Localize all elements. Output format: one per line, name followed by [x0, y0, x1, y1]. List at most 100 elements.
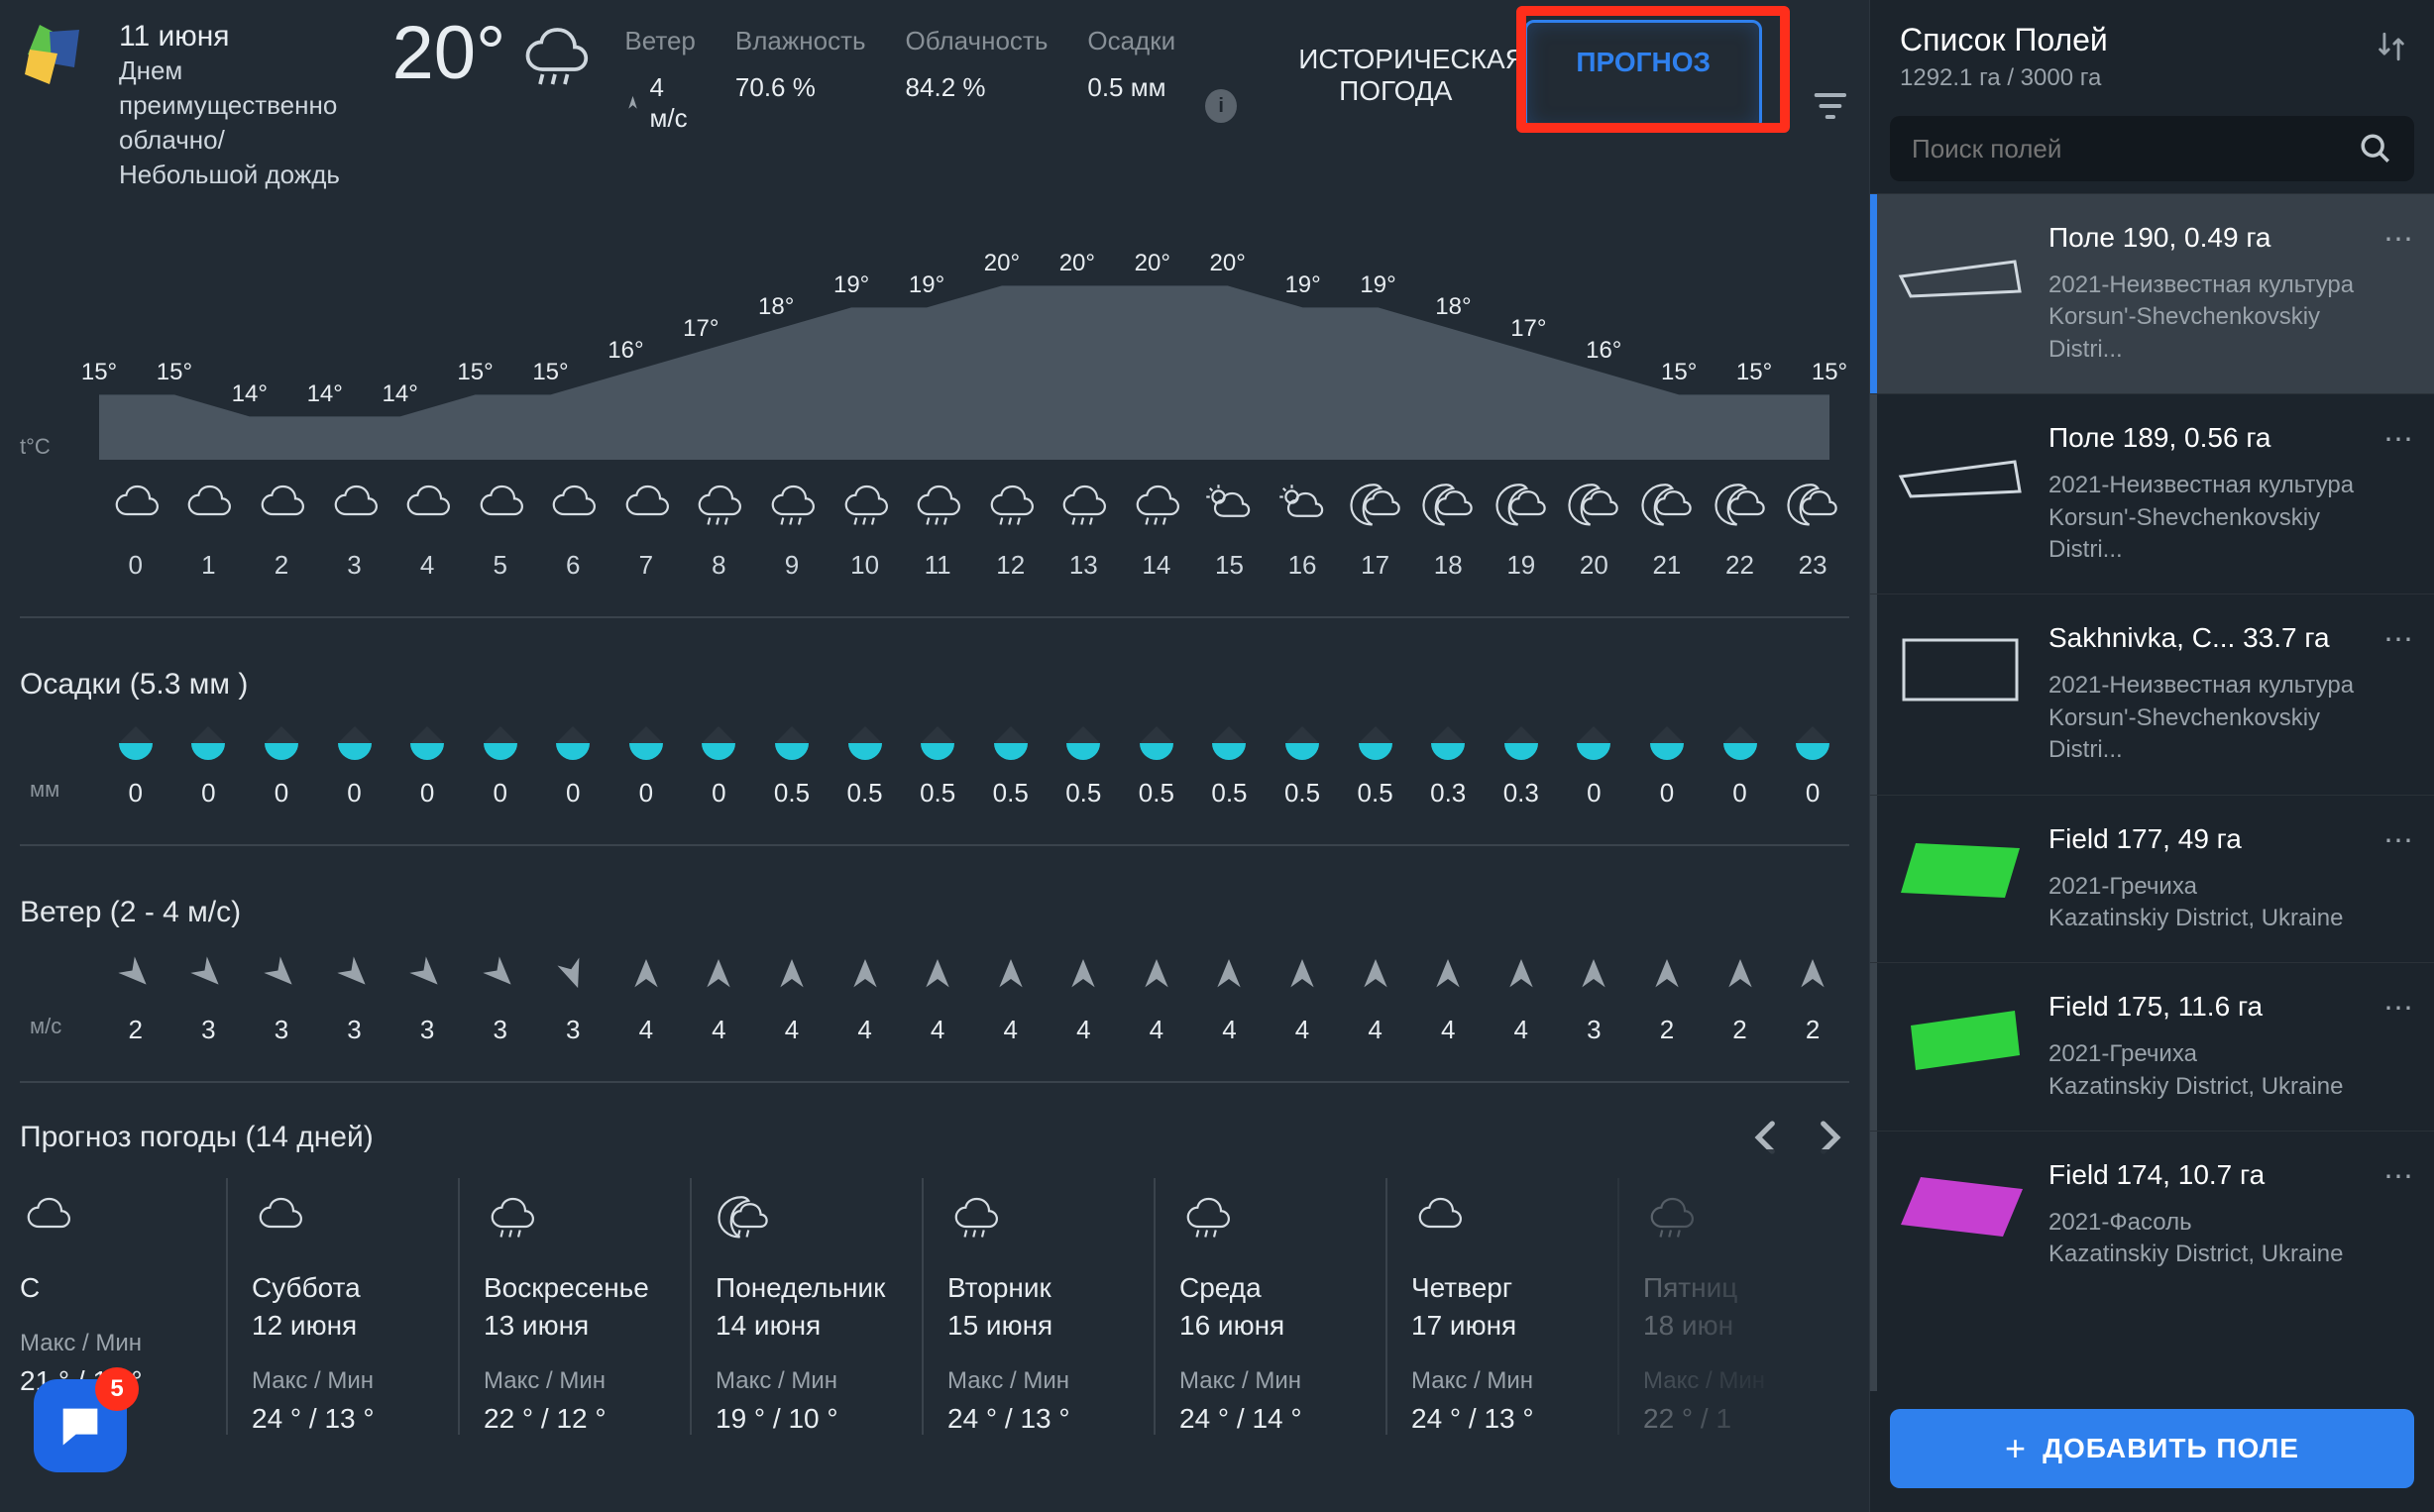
- day-card[interactable]: Суббота 12 июня Макс / Мин 24 ° / 13 °: [226, 1178, 458, 1435]
- wind-cell: 3: [1558, 954, 1631, 1045]
- precip-cell: 0.5: [1120, 726, 1193, 809]
- hour-cell: 15: [1193, 480, 1267, 581]
- precip-value: 0: [172, 778, 246, 809]
- info-icon[interactable]: i: [1205, 89, 1237, 123]
- day-card[interactable]: Воскресенье 13 июня Макс / Мин 22 ° / 12…: [458, 1178, 690, 1435]
- wind-arrow-icon: [772, 954, 812, 994]
- precip-row: мм 0000000000.50.50.50.50.50.50.50.50.50…: [20, 726, 1849, 809]
- day-card[interactable]: Четверг 17 июня Макс / Мин 24 ° / 13 °: [1385, 1178, 1617, 1435]
- precip-unit: мм: [30, 777, 59, 803]
- precip-value: 0.5: [829, 778, 902, 809]
- field-shape-icon: [1896, 622, 2025, 711]
- temp-point-label: 15°: [81, 359, 117, 386]
- day-date: 17 июня: [1411, 1310, 1594, 1342]
- drop-icon: [556, 726, 590, 760]
- wind-cell: 4: [901, 954, 974, 1045]
- day-card[interactable]: Среда 16 июня Макс / Мин 24 ° / 14 °: [1154, 1178, 1385, 1435]
- field-item[interactable]: Field 177, 49 га 2021-ГречихаKazatinskiy…: [1870, 795, 2434, 963]
- precip-cell: 0: [536, 726, 609, 809]
- wind-arrow-icon: [472, 946, 528, 1003]
- field-shape-icon: [1896, 422, 2025, 511]
- add-field-button[interactable]: + ДОБАВИТЬ ПОЛЕ: [1890, 1409, 2414, 1488]
- maxmin-label: Макс / Мин: [1643, 1367, 1826, 1395]
- more-icon[interactable]: ⋯: [2380, 222, 2416, 366]
- more-icon[interactable]: ⋯: [2380, 622, 2416, 766]
- temp-point-label: 19°: [833, 271, 869, 299]
- chat-count: 5: [95, 1367, 139, 1411]
- maxmin-label: Макс / Мин: [1179, 1367, 1362, 1395]
- drop-icon: [119, 726, 153, 760]
- weather-icon: [515, 20, 595, 99]
- chat-button[interactable]: 5: [34, 1379, 127, 1472]
- wind-value: 4: [1411, 1015, 1485, 1045]
- precip-value: 0.5: [755, 778, 829, 809]
- temp-point-label: 18°: [1435, 293, 1471, 321]
- hour-label: 20: [1558, 550, 1631, 581]
- precip-value: 0: [245, 778, 318, 809]
- temp-point-label: 20°: [1210, 250, 1246, 277]
- day-date: 18 июн: [1643, 1310, 1826, 1342]
- day-card[interactable]: Пятниц 18 июн Макс / Мин 22 ° / 1: [1617, 1178, 1849, 1435]
- temp-point-label: 20°: [1059, 250, 1095, 277]
- day-card[interactable]: Понедельник 14 июня Макс / Мин 19 ° / 10…: [690, 1178, 922, 1435]
- day-card[interactable]: Вторник 15 июня Макс / Мин 24 ° / 13 °: [922, 1178, 1154, 1435]
- humidity-label: Влажность: [735, 26, 866, 56]
- moon-icon: [1348, 480, 1403, 535]
- temp-point-label: 19°: [1284, 271, 1320, 299]
- wind-value: 3: [245, 1015, 318, 1045]
- more-icon[interactable]: ⋯: [2380, 1159, 2416, 1271]
- more-icon[interactable]: ⋯: [2380, 991, 2416, 1103]
- suncloud-icon: [1274, 480, 1330, 535]
- hour-cell: 2: [245, 480, 318, 581]
- wind-cell: 4: [755, 954, 829, 1045]
- wind-arrow-icon: [1793, 954, 1832, 994]
- moon-icon: [1713, 480, 1768, 535]
- field-item[interactable]: Поле 189, 0.56 га 2021-Неизвестная культ…: [1870, 393, 2434, 594]
- cloud-icon: [180, 480, 236, 535]
- clouds-label: Облачность: [906, 26, 1049, 56]
- day-name: Суббота: [252, 1272, 434, 1304]
- wind-arrow-icon: [626, 954, 666, 994]
- drop-icon: [702, 726, 735, 760]
- field-item[interactable]: Field 175, 11.6 га 2021-ГречихаKazatinsk…: [1870, 962, 2434, 1131]
- field-meta: 2021-Неизвестная культураKorsun'-Shevche…: [2048, 670, 2357, 766]
- day-date: 13 июня: [484, 1310, 666, 1342]
- cloud-icon: [473, 480, 528, 535]
- more-icon[interactable]: ⋯: [2380, 422, 2416, 566]
- plus-icon: +: [2005, 1428, 2027, 1469]
- drop-icon: [1504, 726, 1538, 760]
- day-date: 14 июня: [716, 1310, 898, 1342]
- search-input[interactable]: [1912, 134, 2359, 164]
- wind-arrow-icon: [1356, 954, 1395, 994]
- field-item[interactable]: Поле 190, 0.49 га 2021-Неизвестная культ…: [1870, 193, 2434, 393]
- hour-cell: 13: [1048, 480, 1121, 581]
- wind-value: 4: [829, 1015, 902, 1045]
- wind-dir-icon: [624, 92, 641, 114]
- field-list: Поле 190, 0.49 га 2021-Неизвестная культ…: [1870, 193, 2434, 1391]
- forecast-prev-icon[interactable]: [1746, 1117, 1788, 1158]
- wind-cell: 3: [245, 954, 318, 1045]
- wind-arrow-icon: [1209, 954, 1249, 994]
- sort-icon[interactable]: [2375, 30, 2408, 63]
- more-icon[interactable]: ⋯: [2380, 823, 2416, 935]
- temp-point-label: 20°: [984, 250, 1020, 277]
- filter-icon[interactable]: [1812, 86, 1849, 126]
- forecast-next-icon[interactable]: [1808, 1117, 1849, 1158]
- drop-icon: [1140, 726, 1173, 760]
- precip-cell: 0: [1776, 726, 1849, 809]
- temp-point-label: 14°: [382, 380, 417, 408]
- precip-value: 0: [464, 778, 537, 809]
- precip-value: 0.5: [1339, 778, 1412, 809]
- day-name: С: [20, 1272, 202, 1304]
- precip-cell: 0: [683, 726, 756, 809]
- field-item[interactable]: Field 174, 10.7 га 2021-ФасольKazatinski…: [1870, 1131, 2434, 1299]
- field-item[interactable]: Sakhnivka, С... 33.7 га 2021-Неизвестная…: [1870, 594, 2434, 794]
- tab-historical[interactable]: ИСТОРИЧЕСКАЯ ПОГОДА: [1267, 20, 1524, 131]
- search-box[interactable]: [1890, 116, 2414, 181]
- clouds-value: 84.2 %: [906, 72, 1049, 103]
- precip-cell: 0: [318, 726, 391, 809]
- hour-label: 7: [609, 550, 683, 581]
- add-field-label: ДОБАВИТЬ ПОЛЕ: [2043, 1433, 2299, 1464]
- current-temp: 20°: [391, 20, 505, 87]
- day-name: Среда: [1179, 1272, 1362, 1304]
